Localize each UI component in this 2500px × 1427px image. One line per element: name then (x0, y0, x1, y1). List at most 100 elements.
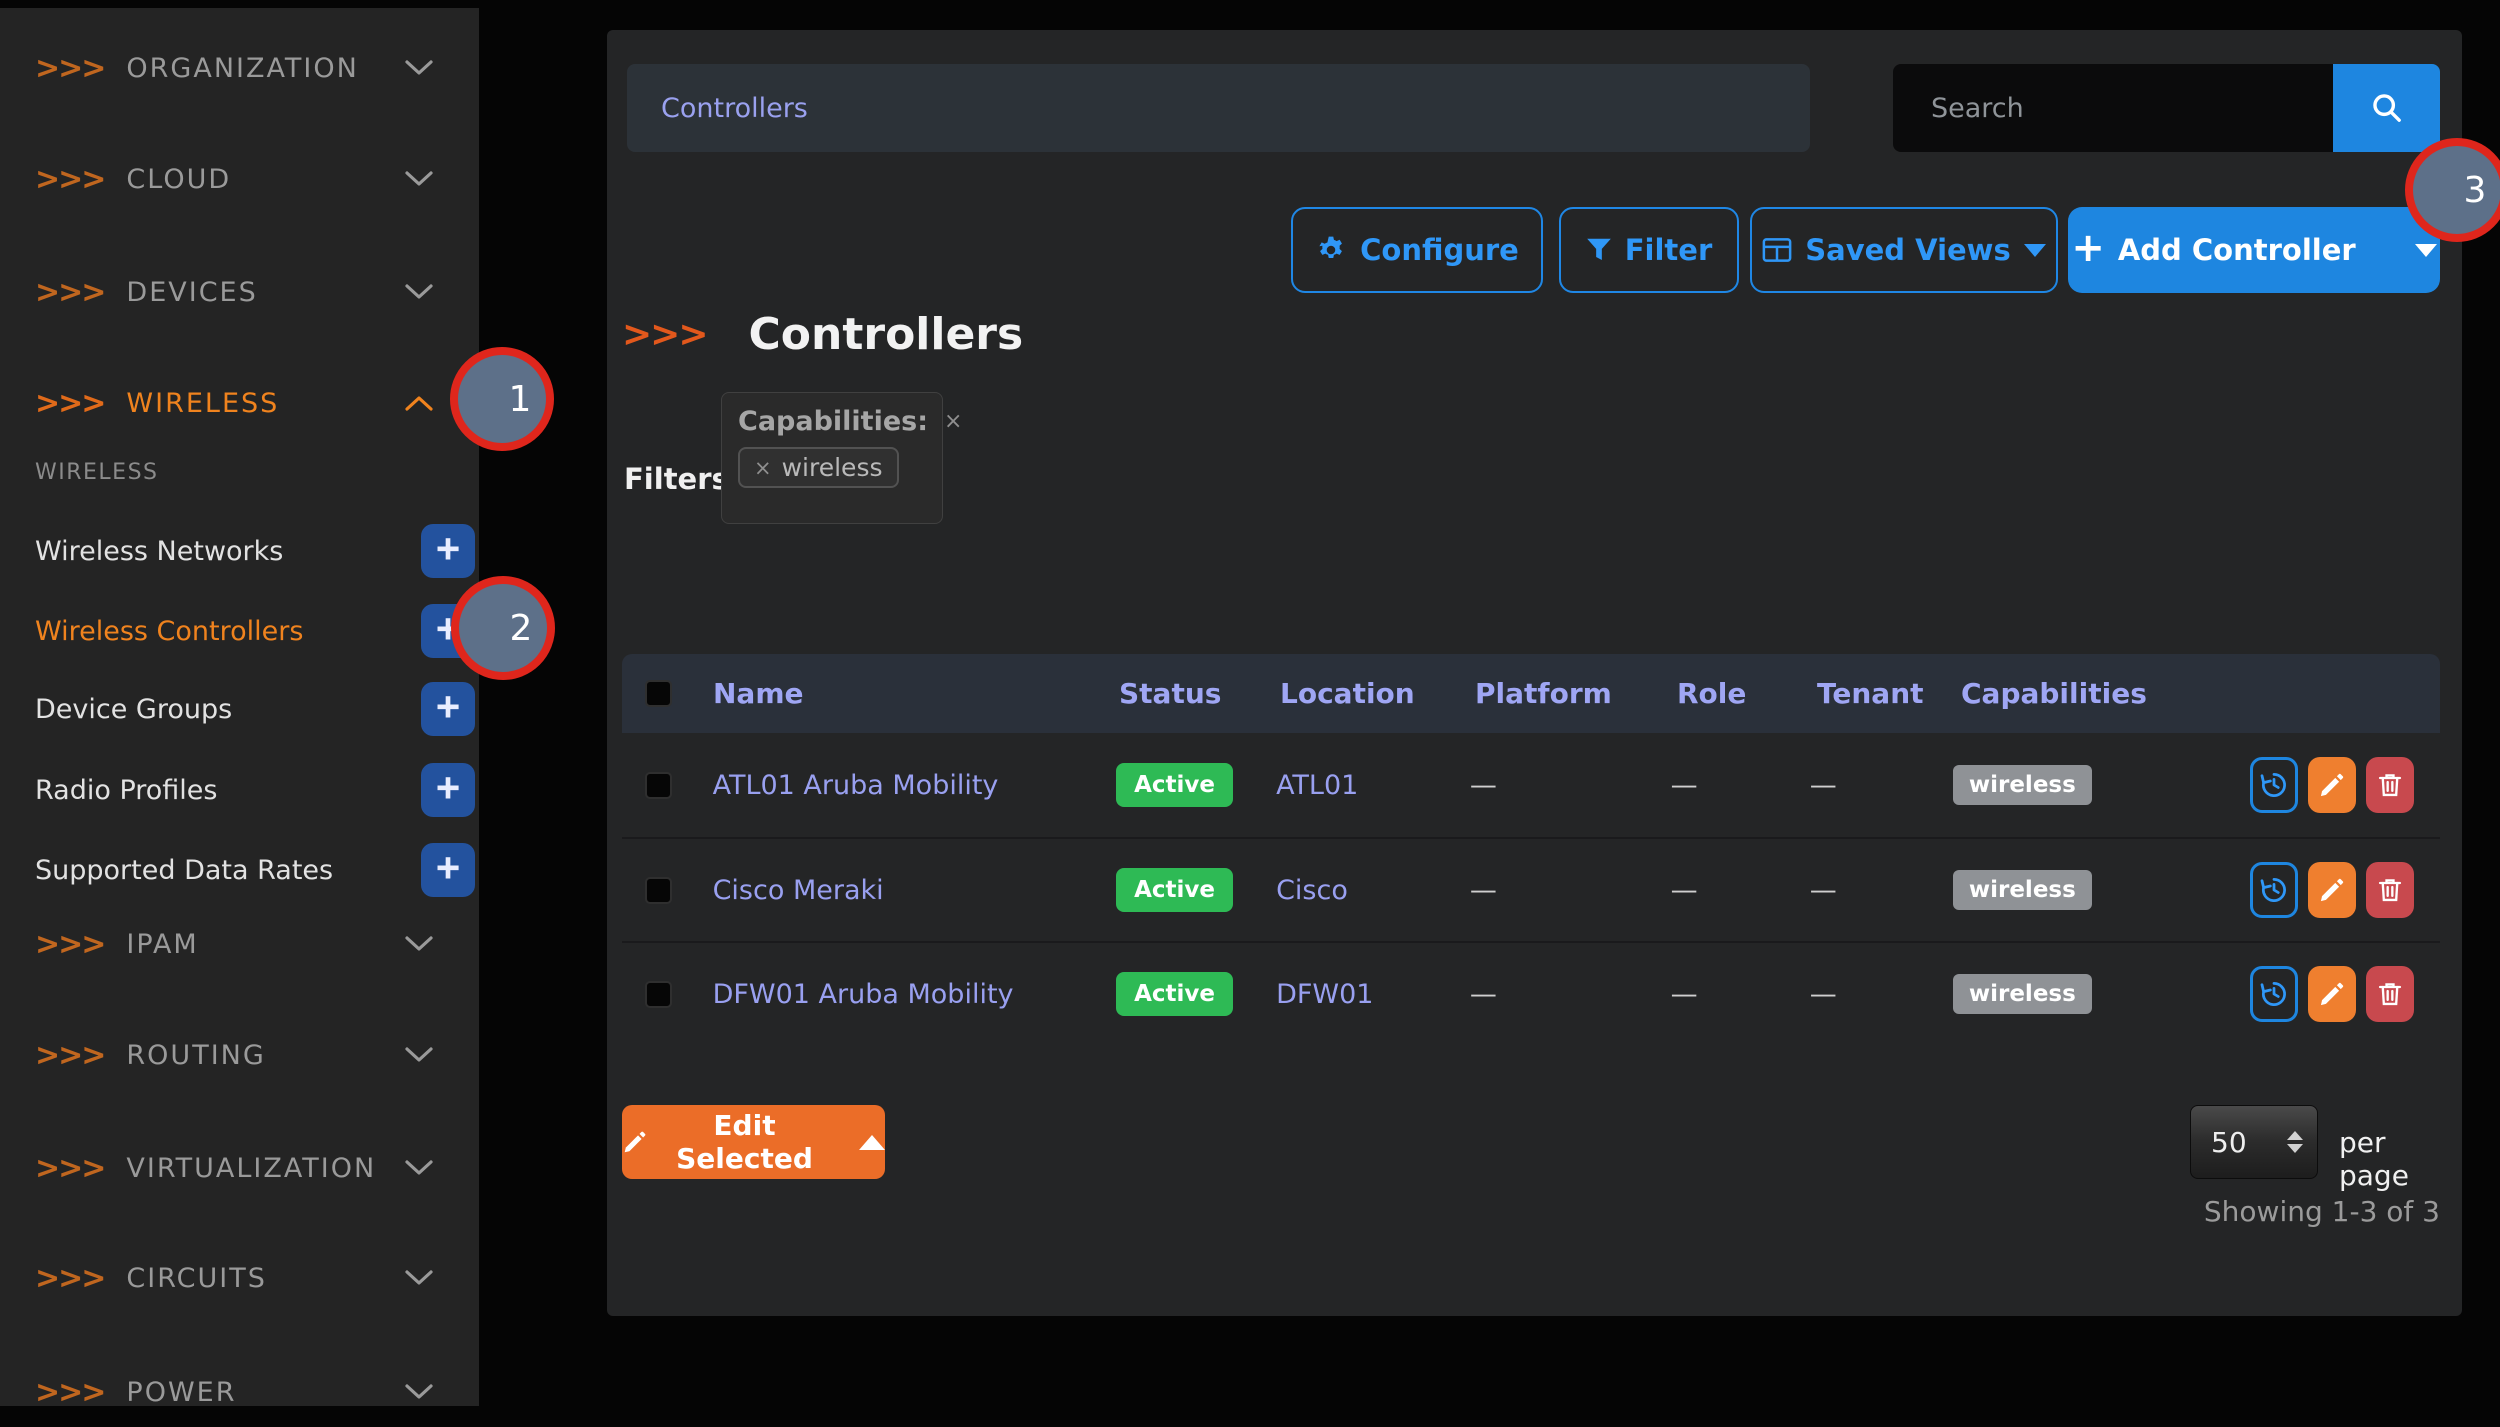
configure-button[interactable]: Configure (1291, 207, 1543, 293)
tenant-value: — (1810, 770, 1953, 801)
sidebar-section-devices[interactable]: >>> DEVICES (0, 257, 479, 327)
sidebar-section-cloud[interactable]: >>> CLOUD (0, 144, 479, 214)
sidebar-section-label: DEVICES (126, 277, 257, 308)
sidebar-subgroup-header: WIRELESS (35, 460, 159, 485)
tenant-value: — (1810, 875, 1953, 906)
changelog-clock-icon (2259, 875, 2289, 905)
role-value: — (1671, 979, 1810, 1010)
chevron-down-icon (405, 171, 433, 187)
edit-button[interactable] (2308, 757, 2356, 813)
filter-chip-wireless[interactable]: × wireless (738, 447, 899, 488)
sidebar-section-organization[interactable]: >>> ORGANIZATION (0, 33, 479, 103)
sidebar-item-label[interactable]: Radio Profiles (35, 775, 217, 806)
chevron-down-icon (405, 284, 433, 300)
sidebar-item-label[interactable]: Supported Data Rates (35, 855, 333, 886)
edit-pencil-icon (2318, 771, 2346, 799)
table-header-row: Name Status Location Platform Role Tenan… (622, 654, 2440, 733)
chevron-down-icon (405, 1384, 433, 1400)
edit-button[interactable] (2308, 862, 2356, 918)
changelog-button[interactable] (2250, 757, 2298, 813)
status-badge: Active (1116, 868, 1233, 912)
filter-field-label: Capabilities: (738, 406, 928, 437)
showing-count: Showing 1-3 of 3 (2204, 1195, 2440, 1228)
per-page-select[interactable]: 50 (2190, 1105, 2318, 1179)
chevron-down-icon (405, 1047, 433, 1063)
changelog-button[interactable] (2250, 966, 2298, 1022)
chevron-down-icon (405, 936, 433, 952)
breadcrumb-link[interactable]: Controllers (661, 93, 808, 124)
spinner-arrows-icon[interactable] (2287, 1131, 2303, 1153)
delete-button[interactable] (2366, 862, 2414, 918)
column-header-name[interactable]: Name (713, 677, 1119, 710)
controller-name-link[interactable]: DFW01 Aruba Mobility (713, 979, 1014, 1010)
caret-up-icon (859, 1135, 885, 1150)
column-header-status[interactable]: Status (1119, 677, 1280, 710)
changelog-clock-icon (2259, 770, 2289, 800)
edit-button[interactable] (2308, 966, 2356, 1022)
triple-chevron-icon: >>> (35, 275, 104, 310)
row-checkbox[interactable] (645, 772, 672, 799)
column-header-platform[interactable]: Platform (1475, 677, 1677, 710)
status-badge: Active (1116, 763, 1233, 807)
platform-value: — (1470, 979, 1671, 1010)
sidebar-section-circuits[interactable]: >>> CIRCUITS (0, 1243, 479, 1313)
location-link[interactable]: ATL01 (1276, 770, 1358, 801)
capability-badge: wireless (1953, 974, 2092, 1014)
sidebar-item-label[interactable]: Device Groups (35, 694, 232, 725)
column-header-location[interactable]: Location (1280, 677, 1475, 710)
column-header-capabilities[interactable]: Capabilities (1961, 677, 2260, 710)
add-radio-profile-button[interactable]: + (421, 763, 475, 817)
search-input[interactable] (1893, 64, 2333, 152)
location-link[interactable]: DFW01 (1276, 979, 1373, 1010)
column-header-role[interactable]: Role (1677, 677, 1817, 710)
annotation-badge-1: 1 (450, 347, 554, 451)
sidebar-item-label[interactable]: Wireless Controllers (35, 616, 303, 647)
filter-button-label: Filter (1625, 233, 1713, 267)
sidebar-item-label[interactable]: Wireless Networks (35, 536, 283, 567)
row-checkbox[interactable] (645, 877, 672, 904)
edit-pencil-icon (2318, 980, 2346, 1008)
triple-chevron-icon: >>> (35, 162, 104, 197)
delete-trash-icon (2376, 771, 2404, 799)
funnel-icon (1586, 237, 1612, 263)
add-supported-data-rate-button[interactable]: + (421, 843, 475, 897)
sidebar-section-wireless[interactable]: >>> WIRELESS (0, 368, 479, 438)
row-checkbox[interactable] (645, 981, 672, 1008)
triple-chevron-icon: >>> (35, 1038, 104, 1073)
delete-button[interactable] (2366, 966, 2414, 1022)
search-icon (2370, 91, 2404, 125)
sidebar-section-virtualization[interactable]: >>> VIRTUALIZATION (0, 1133, 479, 1203)
table-layout-icon (1762, 237, 1792, 263)
add-device-group-button[interactable]: + (421, 682, 475, 736)
remove-filter-icon[interactable]: × (944, 409, 962, 434)
remove-chip-icon[interactable]: × (754, 456, 772, 480)
caret-down-icon[interactable] (2415, 244, 2437, 257)
column-header-tenant[interactable]: Tenant (1817, 677, 1961, 710)
triple-chevron-icon: >>> (35, 386, 104, 421)
breadcrumb[interactable]: Controllers (627, 64, 1810, 152)
annotation-badge-3: 3 (2405, 138, 2500, 242)
gear-icon (1315, 234, 1347, 266)
table-row: ATL01 Aruba Mobility Active ATL01 — — — … (622, 733, 2440, 837)
changelog-button[interactable] (2250, 862, 2298, 918)
filter-button[interactable]: Filter (1559, 207, 1739, 293)
configure-button-label: Configure (1360, 233, 1519, 267)
platform-value: — (1470, 875, 1671, 906)
select-all-checkbox[interactable] (645, 680, 672, 707)
add-controller-button[interactable]: + Add Controller (2068, 207, 2440, 293)
chevron-down-icon (405, 60, 433, 76)
edit-selected-button[interactable]: Edit Selected (622, 1105, 885, 1179)
app-root: >>> ORGANIZATION >>> CLOUD >>> DEVICES >… (0, 0, 2500, 1406)
location-link[interactable]: Cisco (1276, 875, 1348, 906)
add-wireless-network-button[interactable]: + (421, 524, 475, 578)
search-button[interactable] (2333, 64, 2440, 152)
sidebar-section-routing[interactable]: >>> ROUTING (0, 1020, 479, 1090)
controller-name-link[interactable]: ATL01 Aruba Mobility (713, 770, 999, 801)
plus-icon: + (2071, 225, 2105, 271)
per-page-label: per page (2339, 1126, 2462, 1192)
sidebar-section-ipam[interactable]: >>> IPAM (0, 909, 479, 979)
controller-name-link[interactable]: Cisco Meraki (713, 875, 884, 906)
sidebar-section-power[interactable]: >>> POWER (0, 1357, 479, 1427)
saved-views-button[interactable]: Saved Views (1750, 207, 2058, 293)
delete-button[interactable] (2366, 757, 2414, 813)
